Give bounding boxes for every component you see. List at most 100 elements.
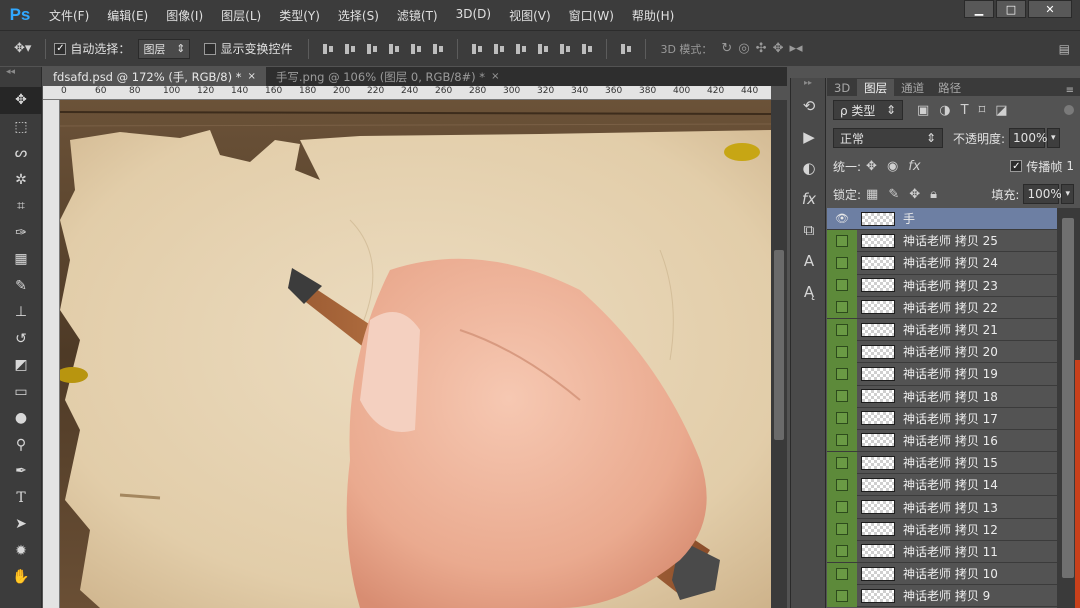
layer-row[interactable]: 神话老师 拷贝 18 bbox=[827, 385, 1057, 408]
maximize-button[interactable]: □ bbox=[996, 0, 1026, 18]
adjustment-filter-icon[interactable]: ◑ bbox=[939, 103, 950, 118]
propagate-frame-checkbox[interactable]: ✓ bbox=[1010, 160, 1023, 172]
layer-row[interactable]: 神话老师 拷贝 9 bbox=[827, 584, 1057, 608]
align-top-icon[interactable] bbox=[320, 42, 336, 56]
actions-panel-icon[interactable]: ▶ bbox=[791, 121, 827, 152]
distribute-top-icon[interactable] bbox=[469, 42, 485, 56]
visibility-toggle[interactable] bbox=[827, 296, 857, 319]
tab-layers[interactable]: 图层 bbox=[857, 79, 895, 96]
menu-item[interactable]: 视图(V) bbox=[500, 7, 560, 24]
lock-pixels-icon[interactable]: ✎ bbox=[888, 187, 899, 202]
tab-3d[interactable]: 3D bbox=[827, 79, 857, 96]
align-bottom-icon[interactable] bbox=[364, 42, 380, 56]
smart-object-filter-icon[interactable]: ◪ bbox=[995, 103, 1007, 118]
auto-align-icon[interactable] bbox=[618, 42, 634, 56]
eraser-tool-icon[interactable]: ◩ bbox=[0, 352, 42, 379]
layer-row[interactable]: 神话老师 拷贝 10 bbox=[827, 562, 1057, 586]
align-vcenter-icon[interactable] bbox=[342, 42, 358, 56]
align-right-icon[interactable] bbox=[430, 42, 446, 56]
custom-shape-tool-icon[interactable]: ✹ bbox=[0, 538, 42, 565]
lock-transparency-icon[interactable]: ▦ bbox=[866, 187, 878, 202]
path-selection-tool-icon[interactable]: ➤ bbox=[0, 511, 42, 538]
close-window-button[interactable]: ✕ bbox=[1028, 0, 1072, 18]
clone-stamp-tool-icon[interactable]: ⊥ bbox=[0, 299, 42, 326]
distribute-right-icon[interactable] bbox=[579, 42, 595, 56]
lock-position-icon[interactable]: ✥ bbox=[909, 187, 920, 202]
menu-item[interactable]: 编辑(E) bbox=[98, 7, 157, 24]
marquee-tool-icon[interactable]: ⬚ bbox=[0, 114, 42, 141]
history-panel-icon[interactable]: ⟲ bbox=[791, 90, 827, 121]
visibility-toggle[interactable] bbox=[827, 429, 857, 452]
opacity-field[interactable]: 100% bbox=[1009, 128, 1047, 148]
gradient-tool-icon[interactable]: ▭ bbox=[0, 379, 42, 406]
3d-scale-icon[interactable]: ▸◂ bbox=[789, 41, 802, 56]
unify-style-icon[interactable]: fx bbox=[908, 159, 920, 174]
blur-tool-icon[interactable]: ● bbox=[0, 405, 42, 432]
unify-visibility-icon[interactable]: ◉ bbox=[887, 159, 898, 174]
pen-tool-icon[interactable]: ✒ bbox=[0, 458, 42, 485]
layer-row[interactable]: 神话老师 拷贝 20 bbox=[827, 340, 1057, 364]
eye-icon[interactable]: 👁︎ bbox=[827, 208, 857, 230]
type-filter-icon[interactable]: T bbox=[961, 103, 969, 118]
auto-select-dropdown[interactable]: 图层 ⇕ bbox=[138, 38, 191, 59]
visibility-toggle[interactable] bbox=[827, 473, 857, 496]
close-icon[interactable]: × bbox=[491, 71, 499, 82]
document-tab-handwrite[interactable]: 手写.png @ 106% (图层 0, RGB/8#) * × bbox=[266, 67, 510, 86]
auto-select-checkbox[interactable]: ✓ bbox=[54, 42, 67, 55]
dodge-tool-icon[interactable]: ⚲ bbox=[0, 432, 42, 459]
move-tool-icon[interactable]: ✥ bbox=[0, 87, 42, 114]
distribute-bottom-icon[interactable] bbox=[513, 42, 529, 56]
menu-item[interactable]: 图层(L) bbox=[212, 7, 270, 24]
minimize-button[interactable]: ▁ bbox=[964, 0, 994, 18]
visibility-toggle[interactable] bbox=[827, 584, 857, 607]
show-transform-checkbox[interactable] bbox=[204, 42, 217, 55]
move-tool-preset-icon[interactable]: ✥▾ bbox=[14, 41, 31, 56]
visibility-toggle[interactable] bbox=[827, 340, 857, 363]
visibility-toggle[interactable] bbox=[827, 540, 857, 563]
layer-row[interactable]: 神话老师 拷贝 21 bbox=[827, 318, 1057, 342]
panel-grip[interactable]: ▸▸ bbox=[791, 78, 825, 90]
document-tab-fdsafd[interactable]: fdsafd.psd @ 172% (手, RGB/8) * × bbox=[43, 67, 266, 86]
visibility-toggle[interactable] bbox=[827, 229, 857, 252]
layer-row[interactable]: 神话老师 拷贝 25 bbox=[827, 229, 1057, 253]
blend-mode-dropdown[interactable]: 正常 ⇕ bbox=[833, 128, 943, 148]
magic-wand-tool-icon[interactable]: ✲ bbox=[0, 167, 42, 194]
document-canvas[interactable] bbox=[60, 100, 771, 608]
chevron-down-icon[interactable]: ▾ bbox=[1047, 128, 1060, 148]
paragraph-panel-icon[interactable]: Ą bbox=[791, 276, 827, 307]
pixel-filter-icon[interactable]: ▣ bbox=[917, 103, 929, 118]
align-hcenter-icon[interactable] bbox=[408, 42, 424, 56]
visibility-toggle[interactable] bbox=[827, 518, 857, 541]
crop-tool-icon[interactable]: ⌗ bbox=[0, 193, 42, 220]
visibility-toggle[interactable] bbox=[827, 318, 857, 341]
chevron-down-icon[interactable]: ▾ bbox=[1061, 184, 1074, 204]
visibility-toggle[interactable] bbox=[827, 407, 857, 430]
layer-row[interactable]: 神话老师 拷贝 16 bbox=[827, 429, 1057, 453]
history-brush-tool-icon[interactable]: ↺ bbox=[0, 326, 42, 353]
layer-row[interactable]: 神话老师 拷贝 13 bbox=[827, 496, 1057, 519]
distribute-vcenter-icon[interactable] bbox=[491, 42, 507, 56]
canvas-vertical-scrollbar[interactable] bbox=[771, 100, 787, 608]
menu-item[interactable]: 选择(S) bbox=[329, 7, 388, 24]
3d-slide-icon[interactable]: ✥ bbox=[773, 41, 784, 56]
menu-item[interactable]: 文件(F) bbox=[40, 7, 98, 24]
close-icon[interactable]: × bbox=[248, 71, 256, 82]
layer-row[interactable]: 神话老师 拷贝 19 bbox=[827, 362, 1057, 386]
adjustments-panel-icon[interactable]: ◐ bbox=[791, 152, 827, 183]
layer-row[interactable]: 神话老师 拷贝 23 bbox=[827, 274, 1057, 297]
panel-menu-icon[interactable]: ≡ bbox=[1066, 85, 1080, 96]
menu-item[interactable]: 滤镜(T) bbox=[388, 7, 447, 24]
menu-item[interactable]: 帮助(H) bbox=[623, 7, 683, 24]
layer-row[interactable]: 神话老师 拷贝 14 bbox=[827, 473, 1057, 497]
visibility-toggle[interactable] bbox=[827, 362, 857, 385]
properties-panel-icon[interactable]: ⧉ bbox=[791, 214, 827, 245]
visibility-toggle[interactable] bbox=[827, 251, 857, 274]
fill-field[interactable]: 100% bbox=[1023, 184, 1062, 204]
visibility-toggle[interactable] bbox=[827, 496, 857, 519]
visibility-toggle[interactable] bbox=[827, 562, 857, 585]
filter-toggle-icon[interactable] bbox=[1064, 105, 1074, 115]
align-left-icon[interactable] bbox=[386, 42, 402, 56]
layer-row[interactable]: 神话老师 拷贝 22 bbox=[827, 296, 1057, 319]
brush-tool-icon[interactable]: ✎ bbox=[0, 273, 42, 300]
menu-item[interactable]: 窗口(W) bbox=[560, 7, 623, 24]
